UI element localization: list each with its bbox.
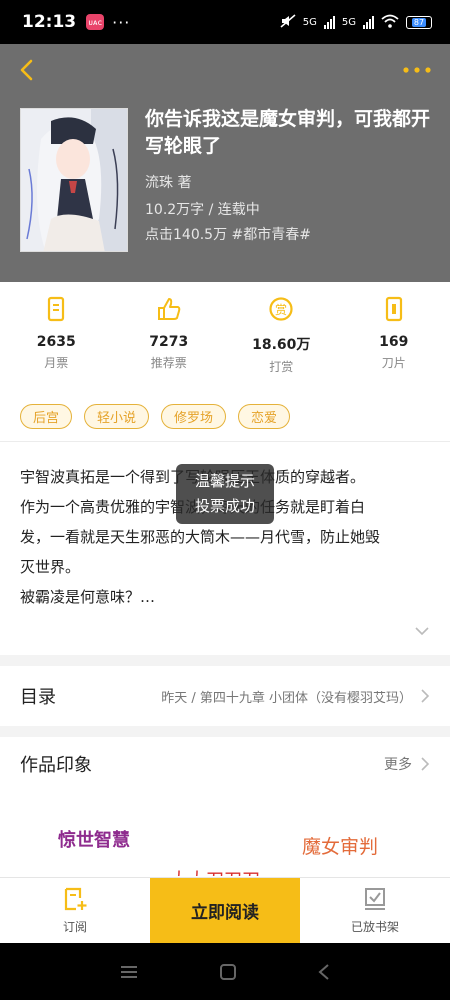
toc-row[interactable]: 目录 昨天 / 第四十九章 小团体（没有樱羽艾玛） (0, 666, 450, 726)
menu-icon[interactable] (119, 964, 139, 980)
toast-text: 投票成功 (194, 497, 255, 515)
back-button[interactable] (14, 56, 42, 84)
section-gap (0, 655, 450, 666)
tag-list: 后宫 轻小说 修罗场 恋爱 (20, 404, 291, 429)
book-clicks-category: 点击140.5万 #都市青春# (145, 227, 311, 243)
tag-chip[interactable]: 后宫 (20, 404, 73, 429)
stat-monthly-ticket[interactable]: 2635 月票 (0, 296, 113, 378)
toc-latest-chapter: 昨天 / 第四十九章 小团体（没有樱羽艾玛） (161, 690, 412, 706)
synopsis-line: 被霸凌是何意味？… (20, 588, 156, 606)
tag-chip[interactable]: 轻小说 (84, 404, 150, 429)
book-word-count-status: 10.2万字 / 连载中 (145, 202, 260, 218)
impression-word[interactable]: 魔女审判 (302, 832, 378, 859)
book-author[interactable]: 流珠 著 (145, 172, 191, 192)
tag-chip[interactable]: 恋爱 (238, 404, 291, 429)
chevron-right-icon[interactable] (420, 757, 430, 771)
reward-coin-icon: 赏 (269, 297, 293, 321)
blade-icon (385, 296, 402, 322)
stat-value: 169 (379, 334, 409, 350)
subscribe-button[interactable]: 订阅 (0, 878, 150, 943)
chevron-down-icon[interactable] (414, 626, 430, 636)
toast-message: 温馨提示 投票成功 (176, 464, 274, 524)
synopsis-line: 发，一看就是天生邪恶的大筒木——月代雪，防止她毁 (20, 528, 381, 546)
bottom-action-bar: 订阅 立即阅读 已放书架 (0, 877, 450, 943)
toc-title: 目录 (20, 687, 56, 708)
chevron-left-icon (20, 59, 33, 81)
stats-row: 2635 月票 7273 推荐票 赏 18.60万 打赏 169 刀片 (0, 296, 450, 378)
stat-label: 月票 (44, 356, 69, 370)
more-dots-icon (403, 67, 431, 73)
stat-recommend-ticket[interactable]: 7273 推荐票 (113, 296, 226, 378)
stat-blade[interactable]: 169 刀片 (338, 296, 450, 378)
stat-label: 推荐票 (150, 356, 187, 370)
status-time: 12:13 (22, 12, 77, 32)
subscribe-label: 订阅 (62, 920, 87, 934)
on-shelf-button[interactable]: 已放书架 (300, 878, 450, 943)
stat-value: 7273 (149, 334, 189, 350)
impressions-title: 作品印象 (20, 755, 92, 776)
thumbs-up-icon (157, 298, 181, 320)
signal-icon-2 (363, 15, 374, 29)
status-icons: 5G 5G 87 (280, 13, 432, 31)
chevron-right-icon (421, 689, 430, 703)
read-now-button[interactable]: 立即阅读 (150, 878, 300, 943)
divider (0, 441, 450, 442)
book-cover[interactable] (20, 108, 128, 252)
system-nav-bar (0, 943, 450, 1000)
book-title: 你告诉我这是魔女审判，可我都开写轮眼了 (145, 108, 431, 157)
impression-word[interactable]: 惊世智慧 (58, 826, 130, 852)
stat-label: 刀片 (381, 356, 406, 370)
stat-value: 18.60万 (252, 337, 311, 353)
impressions-more-link[interactable]: 更多 (384, 754, 412, 774)
subscribe-icon (64, 887, 87, 911)
bookshelf-check-icon (365, 888, 385, 910)
ticket-icon (48, 296, 65, 322)
network-label-2: 5G (341, 16, 356, 28)
status-bar: 12:13 ᴜᴀᴄ ··· 5G 5G 87 (0, 0, 450, 44)
synopsis-line: 灭世界。 (20, 558, 81, 576)
battery-icon: 87 (406, 15, 432, 29)
signal-icon (323, 15, 335, 29)
more-options-button[interactable] (402, 62, 432, 76)
mute-icon (280, 13, 296, 31)
wifi-icon (381, 14, 399, 31)
stat-value: 2635 (36, 334, 76, 350)
stat-reward[interactable]: 赏 18.60万 打赏 (225, 296, 338, 378)
battery-level: 87 (411, 17, 427, 27)
on-shelf-label: 已放书架 (350, 920, 399, 934)
toast-title: 温馨提示 (194, 472, 255, 490)
home-icon[interactable] (219, 963, 237, 981)
more-notifications-icon: ··· (112, 12, 131, 32)
svg-text:赏: 赏 (275, 303, 287, 317)
tag-chip[interactable]: 修罗场 (161, 404, 227, 429)
network-label: 5G (302, 16, 317, 28)
stat-label: 打赏 (269, 360, 294, 374)
impression-word[interactable]: 大大刀刀刀 (170, 866, 280, 876)
impressions-header: 作品印象 更多 (0, 734, 450, 794)
app-notification-icon: ᴜᴀᴄ (86, 14, 105, 30)
back-nav-icon[interactable] (317, 963, 331, 981)
book-header: 你告诉我这是魔女审判，可我都开写轮眼了 流珠 著 10.2万字 / 连载中 点击… (0, 44, 450, 282)
